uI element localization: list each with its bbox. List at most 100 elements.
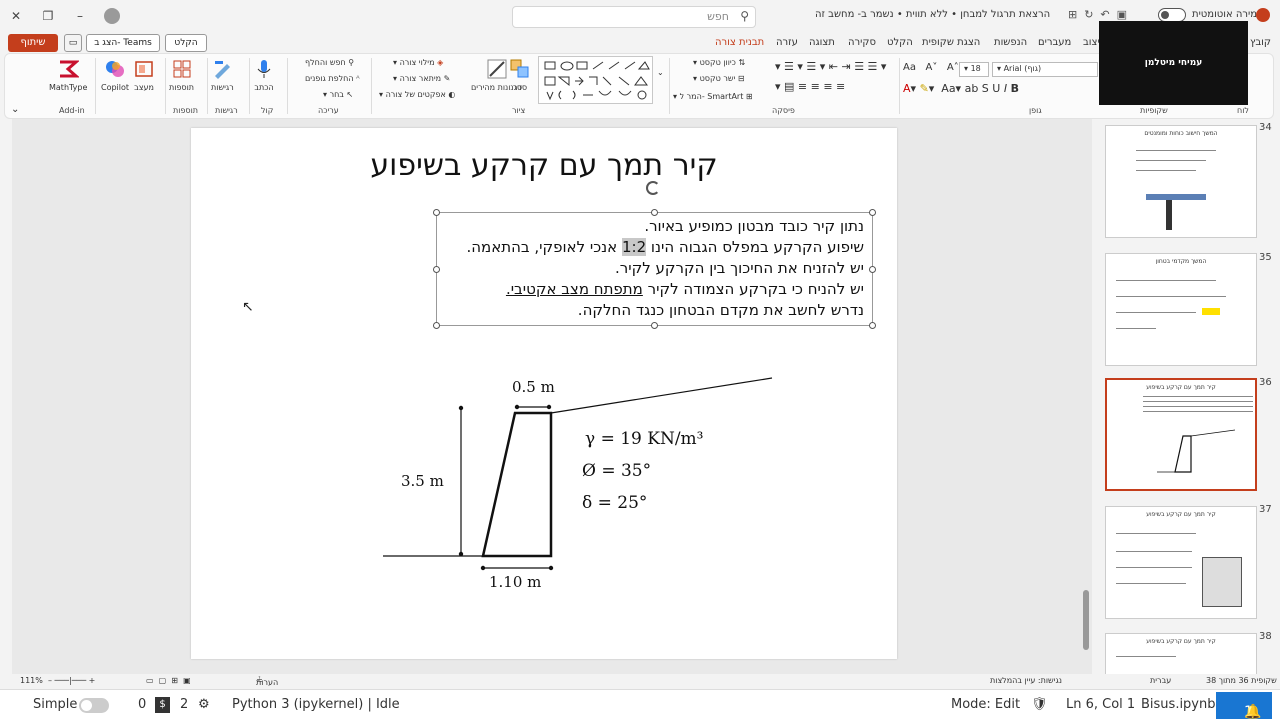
slide-thumbnail[interactable]: קיר תמך עם קרקע בשיפוע	[1105, 633, 1257, 674]
tab-shape-format[interactable]: תבנית צורה	[715, 37, 764, 48]
find-replace-button[interactable]: חפש והחלף ⚲	[305, 58, 354, 67]
autosave-toggle[interactable]	[1158, 8, 1186, 22]
slide-thumbnail-selected[interactable]: קיר תמך עם קרקע בשיפוע	[1105, 378, 1257, 491]
file-name[interactable]: Bisus.ipynb	[1141, 697, 1216, 712]
text-direction-icon: ⇅	[738, 58, 746, 67]
align-buttons[interactable]: ▾ ▤ ≡ ≡ ≡ ≡	[775, 80, 845, 93]
gear-icon[interactable]: ⚙	[198, 697, 210, 712]
comment-icon[interactable]: ▭	[64, 34, 82, 52]
language-status[interactable]: עברית	[1150, 676, 1171, 685]
slide-thumbnail[interactable]: המשך חישוב כוחות ומומנטים	[1105, 125, 1257, 238]
present-in-teams-button[interactable]: הצג ב- Teams	[86, 34, 160, 52]
kernel-count[interactable]: 2	[180, 697, 188, 712]
arrange-button[interactable]: סדר	[509, 58, 531, 92]
mathtype-button[interactable]: MathType	[49, 58, 87, 92]
sensitivity-label: רגישות	[211, 83, 234, 92]
copilot-button[interactable]: Copilot	[101, 58, 129, 92]
accessibility-status[interactable]: נגישות: עיין בהמלצות	[990, 676, 1062, 685]
tab-help[interactable]: עזרה	[776, 37, 798, 48]
param-phi: Ø = 35°	[582, 461, 651, 481]
thumb-title: קיר תמך עם קרקע בשיפוע	[1146, 638, 1216, 645]
zoom-level[interactable]: 111%	[20, 676, 43, 685]
smartart-button[interactable]: ▾ המר ל- SmartArt ⊞	[673, 92, 753, 101]
shapes-gallery[interactable]	[538, 56, 653, 104]
slide-canvas[interactable]: קיר תמך עם קרקע בשיפוע נתון קיר כובד מבט…	[191, 128, 897, 659]
shield-check-icon[interactable]: 🛡	[1031, 697, 1048, 712]
tab-transitions[interactable]: מעברים	[1038, 37, 1071, 48]
dictate-button[interactable]: הכתב	[253, 58, 275, 92]
tab-record[interactable]: הקלט	[887, 37, 913, 48]
avatar[interactable]	[104, 8, 120, 24]
sensitivity-button[interactable]: רגישות	[211, 58, 234, 92]
arrange-icon	[510, 59, 529, 78]
thumb-title: קיר תמך עם קרקע בשיפוע	[1146, 511, 1216, 518]
shape-outline-button[interactable]: ▾ מיתאר צורה ✎	[393, 74, 450, 83]
quick-access-icons[interactable]: ⊞ ↻ ↶ ▣	[1068, 8, 1127, 21]
select-button[interactable]: ▾ בחר ↖	[323, 90, 353, 99]
minimize-icon[interactable]: –	[70, 6, 90, 26]
addins-label: תוספות	[169, 83, 195, 92]
collapse-ribbon-icon[interactable]: ⌄	[11, 104, 19, 115]
effects-icon: ◐	[448, 90, 456, 99]
terminal-icon[interactable]: $	[155, 697, 170, 713]
cursor-position[interactable]: Ln 6, Col 1	[1066, 697, 1135, 712]
shape-effects-button[interactable]: ▾ אפקטים של צורה ◐	[379, 90, 455, 99]
align-text-button[interactable]: ▾ ישר טקסט ⊟	[693, 74, 745, 83]
list-buttons[interactable]: ▾ ☰ ▾ ☰ ▾ ⇤ ⇥ ☰ ☰ ▾	[775, 60, 886, 73]
designer-button[interactable]: מעצב	[133, 58, 155, 92]
tab-review[interactable]: סקירה	[848, 37, 876, 48]
restore-icon[interactable]: ❐	[38, 6, 58, 26]
font-name-select[interactable]: ▾ Arial (גוף)	[992, 62, 1098, 77]
edit-mode: Mode: Edit	[951, 697, 1021, 712]
copilot-label: Copilot	[101, 83, 130, 92]
addins-group-label: תוספות	[173, 106, 199, 115]
replace-fonts-button[interactable]: החלפת גופנים ᴬ	[305, 74, 360, 83]
font-size-select[interactable]: ▾ 18	[959, 62, 989, 77]
simple-mode-toggle[interactable]	[79, 698, 109, 713]
tab-slideshow[interactable]: הצגת שקופית	[922, 37, 980, 48]
cursor-icon: ↖	[346, 90, 354, 99]
notifications-button[interactable]: 1 🔔	[1216, 692, 1272, 720]
thumb-content	[1202, 308, 1220, 315]
font-format-buttons[interactable]: A▾ ✎▾ Aa▾ ab S U I B	[903, 82, 1019, 95]
separator	[669, 58, 670, 114]
separator	[287, 58, 288, 114]
record-button[interactable]: הקלט	[165, 34, 207, 52]
separator	[371, 58, 372, 114]
thumb-number: 37	[1259, 504, 1272, 515]
retaining-wall-diagram[interactable]: 0.5 m 3.5 m 1.10 m γ = 19 KN/m³ Ø = 35° …	[191, 128, 897, 659]
shapes-scroll-icon[interactable]: ⌄	[657, 68, 664, 77]
close-icon[interactable]: ✕	[6, 6, 26, 26]
shapes-icons	[544, 61, 650, 101]
view-buttons[interactable]: ▭ ▢ ⊞ ▣	[146, 676, 191, 685]
thumb-title: המשך חישוב כוחות ומומנטים	[1144, 130, 1218, 137]
mathtype-icon	[60, 60, 80, 78]
terminal-count[interactable]: 0	[138, 697, 146, 712]
addins-button[interactable]: תוספות	[169, 58, 194, 92]
slides-group-label: שקופיות	[1140, 106, 1168, 115]
shape-effects-label: אפקטים של צורה	[385, 90, 446, 99]
thumb-content	[1166, 200, 1172, 230]
share-button[interactable]: שיתוף	[8, 34, 58, 52]
notes-button[interactable]: הערות ≟	[256, 676, 278, 687]
shape-fill-button[interactable]: ▾ מילוי צורה ◈	[393, 58, 443, 67]
slide-vertical-scrollbar[interactable]	[1083, 128, 1089, 663]
autosave-label: שמירה אוטומטית	[1192, 9, 1265, 20]
search-input[interactable]: חפש ⚲	[512, 6, 756, 28]
slide-thumbnail[interactable]: קיר תמך עם קרקע בשיפוע	[1105, 506, 1257, 619]
font-grow-shrink-buttons[interactable]: Aa A˅ A˄	[903, 62, 959, 73]
text-direction-button[interactable]: ▾ כיוון טקסט ⇅	[693, 58, 745, 67]
chevron-down-icon: ▾	[693, 58, 698, 67]
kernel-status[interactable]: Python 3 (ipykernel) | Idle	[232, 697, 400, 712]
scrollbar-thumb[interactable]	[1083, 590, 1089, 650]
tab-animations[interactable]: הנפשות	[994, 37, 1027, 48]
zoom-slider[interactable]: – ───|─── +	[48, 676, 95, 685]
thumb-number: 36	[1259, 377, 1272, 388]
thumb-content	[1116, 567, 1192, 568]
slide-thumbnail[interactable]: המשך מקדמי בטחון	[1105, 253, 1257, 366]
tab-view[interactable]: תצוגה	[809, 37, 835, 48]
left-scrollbar[interactable]	[0, 119, 12, 674]
dim-bottom-width: 1.10 m	[489, 573, 541, 591]
thumb-number: 35	[1259, 252, 1272, 263]
tab-file[interactable]: קובץ	[1250, 37, 1271, 48]
